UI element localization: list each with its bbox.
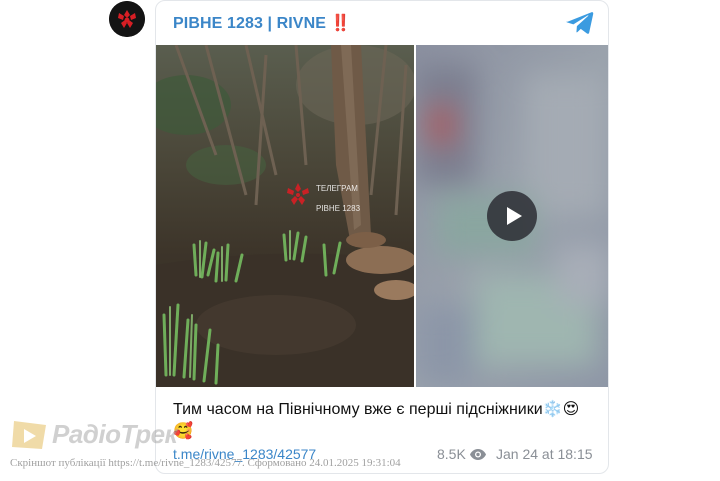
video-preview[interactable] (416, 45, 608, 387)
photo-image: ТЕЛЕГРАМ РІВНЕ 1283 (156, 45, 414, 387)
flower-emblem-icon (109, 1, 145, 37)
radiotrek-watermark: РадіоТрек (10, 417, 178, 455)
channel-name[interactable]: РІВНЕ 1283 | RIVNE ‼️ (173, 13, 351, 33)
view-count: 8.5K (437, 446, 466, 462)
play-button[interactable] (487, 191, 537, 241)
telegram-icon[interactable] (566, 11, 594, 35)
eye-icon (470, 449, 486, 460)
post-text: Тим часом на Північному вже є перші підс… (173, 401, 580, 440)
photo-watermark-line1: ТЕЛЕГРАМ (316, 184, 358, 193)
post-header: РІВНЕ 1283 | RIVNE ‼️ (156, 1, 608, 45)
photo-watermark-line2: РІВНЕ 1283 (316, 204, 361, 213)
watermark-logo-text: РадіоТрек (52, 419, 178, 449)
channel-avatar[interactable] (109, 1, 145, 37)
screenshot-caption: Скріншот публікації https://t.me/rivne_1… (10, 457, 401, 469)
telegram-post-card: РІВНЕ 1283 | RIVNE ‼️ ТЕЛЕГРАМ РІВНЕ 128… (155, 0, 609, 474)
post-date: Jan 24 at 18:15 (496, 446, 593, 462)
media-gallery: ТЕЛЕГРАМ РІВНЕ 1283 (156, 45, 608, 387)
radio-logo-icon (12, 421, 46, 449)
snowdrops-photo[interactable]: ТЕЛЕГРАМ РІВНЕ 1283 (156, 45, 414, 387)
